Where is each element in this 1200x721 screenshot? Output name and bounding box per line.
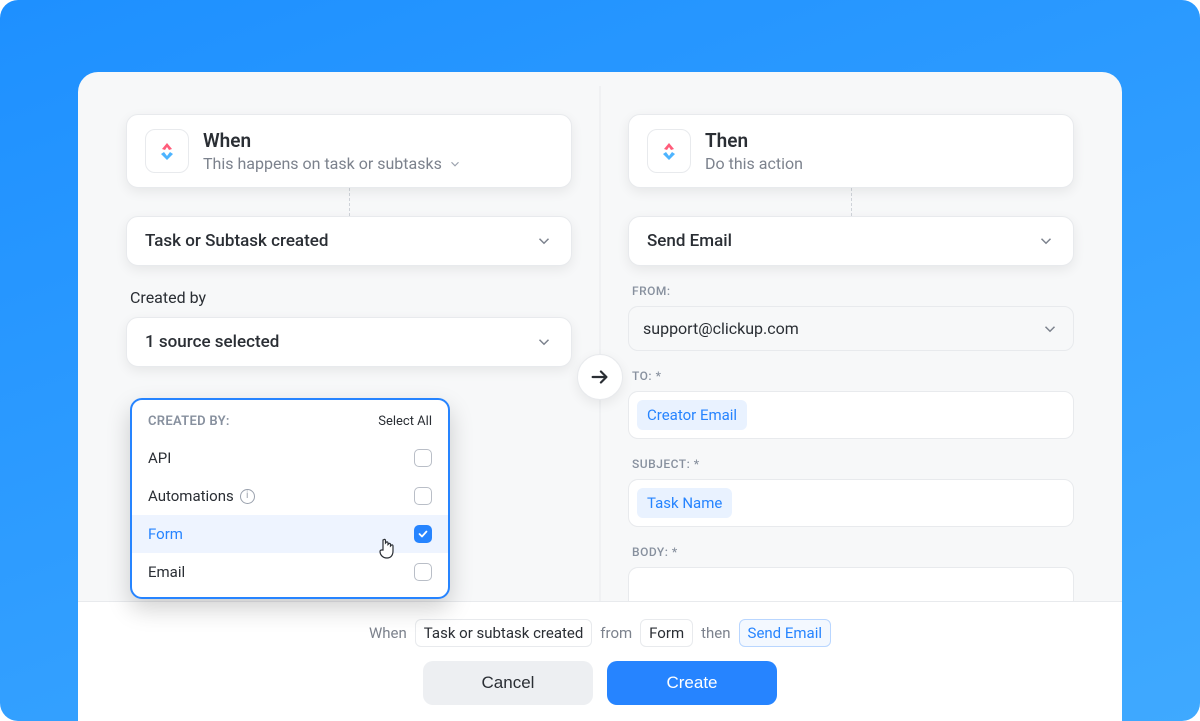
when-subtitle: This happens on task or subtasks bbox=[203, 154, 442, 173]
chevron-down-icon bbox=[448, 157, 462, 171]
dropdown-option-email[interactable]: Email bbox=[132, 553, 448, 591]
from-field[interactable]: support@clickup.com bbox=[628, 306, 1074, 351]
summary-source-chip: Form bbox=[640, 619, 693, 647]
trigger-select-value: Task or Subtask created bbox=[145, 231, 328, 251]
dropdown-option-label: Form bbox=[148, 525, 183, 543]
clickup-logo bbox=[145, 129, 189, 173]
clickup-logo-icon bbox=[155, 139, 179, 163]
info-icon[interactable]: i bbox=[240, 489, 255, 504]
select-all-link[interactable]: Select All bbox=[378, 414, 432, 429]
summary-from-word: from bbox=[600, 624, 632, 642]
dropdown-option-automations[interactable]: Automations i bbox=[132, 477, 448, 515]
subject-label: SUBJECT: * bbox=[632, 457, 1070, 471]
when-header-card: When This happens on task or subtasks bbox=[126, 114, 572, 188]
when-subtitle-row[interactable]: This happens on task or subtasks bbox=[203, 154, 462, 173]
builder-columns: When This happens on task or subtasks Ta… bbox=[78, 72, 1122, 591]
created-by-dropdown: CREATED BY: Select All API Automations i… bbox=[130, 398, 450, 599]
created-by-label: Created by bbox=[130, 288, 568, 307]
summary-when-word: When bbox=[369, 624, 407, 642]
checkbox[interactable] bbox=[414, 449, 432, 467]
check-icon bbox=[417, 528, 429, 540]
from-label: FROM: bbox=[632, 284, 1070, 298]
chevron-down-icon bbox=[535, 333, 553, 351]
subject-pill-task-name[interactable]: Task Name bbox=[637, 488, 732, 518]
subject-field[interactable]: Task Name bbox=[628, 479, 1074, 527]
dropdown-option-label: Automations bbox=[148, 487, 234, 505]
trigger-select[interactable]: Task or Subtask created bbox=[126, 216, 572, 266]
connector-line bbox=[851, 188, 852, 216]
create-button[interactable]: Create bbox=[607, 661, 777, 705]
connector-line bbox=[349, 188, 350, 216]
when-column: When This happens on task or subtasks Ta… bbox=[78, 72, 600, 591]
to-pill-creator-email[interactable]: Creator Email bbox=[637, 400, 747, 430]
source-select-value: 1 source selected bbox=[145, 332, 279, 352]
dropdown-option-form[interactable]: Form bbox=[132, 515, 448, 553]
action-select-value: Send Email bbox=[647, 231, 732, 251]
automation-builder-window: When This happens on task or subtasks Ta… bbox=[78, 72, 1122, 721]
summary-then-word: then bbox=[701, 624, 730, 642]
action-select[interactable]: Send Email bbox=[628, 216, 1074, 266]
to-field[interactable]: Creator Email bbox=[628, 391, 1074, 439]
checkbox[interactable] bbox=[414, 563, 432, 581]
dropdown-header-label: CREATED BY: bbox=[148, 414, 230, 429]
clickup-logo bbox=[647, 129, 691, 173]
chevron-down-icon bbox=[535, 232, 553, 250]
from-value: support@clickup.com bbox=[643, 319, 799, 338]
dropdown-option-label: API bbox=[148, 449, 171, 467]
summary-action-chip: Send Email bbox=[739, 619, 831, 647]
chevron-down-icon bbox=[1041, 320, 1059, 338]
arrow-right-icon bbox=[589, 366, 611, 388]
clickup-logo-icon bbox=[657, 139, 681, 163]
body-label: BODY: * bbox=[632, 545, 1070, 559]
checkbox[interactable] bbox=[414, 487, 432, 505]
dropdown-option-label: Email bbox=[148, 563, 185, 581]
then-subtitle: Do this action bbox=[705, 154, 803, 173]
chevron-down-icon bbox=[1037, 232, 1055, 250]
flow-arrow-badge bbox=[577, 354, 623, 400]
source-select[interactable]: 1 source selected bbox=[126, 317, 572, 367]
summary-trigger-chip: Task or subtask created bbox=[415, 619, 593, 647]
when-title: When bbox=[203, 129, 462, 152]
then-title: Then bbox=[705, 129, 803, 152]
footer-bar: When Task or subtask created from Form t… bbox=[78, 601, 1122, 721]
dropdown-option-api[interactable]: API bbox=[132, 439, 448, 477]
outer-frame: When This happens on task or subtasks Ta… bbox=[0, 0, 1200, 721]
automation-summary: When Task or subtask created from Form t… bbox=[369, 619, 831, 647]
then-header-card: Then Do this action bbox=[628, 114, 1074, 188]
then-column: Then Do this action Send Email FROM: sup… bbox=[600, 72, 1122, 591]
checkbox[interactable] bbox=[414, 525, 432, 543]
to-label: TO: * bbox=[632, 369, 1070, 383]
cancel-button[interactable]: Cancel bbox=[423, 661, 593, 705]
